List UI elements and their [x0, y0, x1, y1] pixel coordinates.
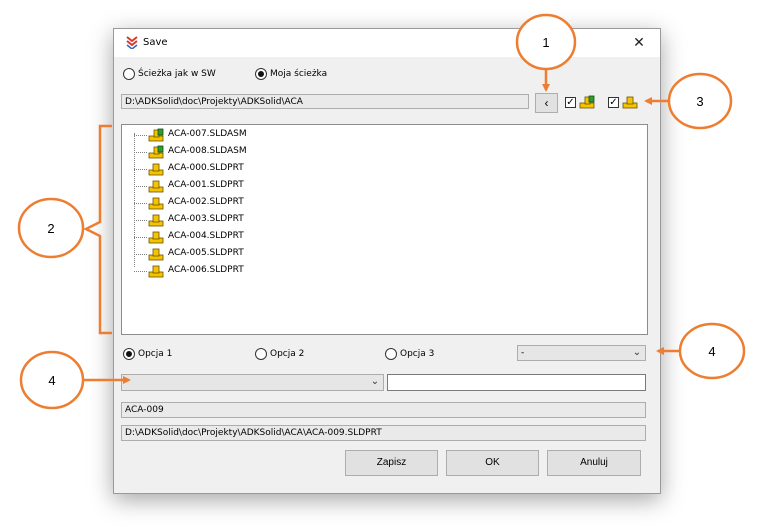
svg-text:3: 3: [696, 94, 703, 109]
tree-item[interactable]: ACA-005.SLDPRT: [134, 246, 334, 262]
chevron-down-icon: ⌄: [632, 347, 642, 358]
assembly-icon: [148, 145, 164, 159]
radio-circle-selected: [123, 348, 135, 360]
tree-connector: [134, 186, 147, 187]
tree-item[interactable]: ACA-008.SLDASM: [134, 144, 334, 160]
tree-connector: [134, 220, 147, 221]
part-filter-checkbox[interactable]: ✓: [608, 97, 619, 108]
close-button[interactable]: ✕: [628, 32, 650, 54]
tree-item[interactable]: ACA-003.SLDPRT: [134, 212, 334, 228]
tree-connector: [134, 135, 147, 136]
radio-opcja-3[interactable]: Opcja 3: [385, 347, 434, 361]
tree-item[interactable]: ACA-006.SLDPRT: [134, 263, 334, 279]
tree-connector: [134, 169, 147, 170]
tree-item[interactable]: ACA-000.SLDPRT: [134, 161, 334, 177]
save-button[interactable]: Zapisz: [345, 450, 438, 476]
radio-label: Ścieżka jak w SW: [138, 69, 216, 79]
radio-label: Opcja 3: [400, 349, 435, 359]
name-combo[interactable]: ⌄: [121, 374, 384, 391]
tree-connector: [134, 203, 147, 204]
file-name-field: ACA-009: [121, 402, 646, 418]
tree-connector: [134, 152, 147, 153]
app-logo-icon: [126, 36, 138, 49]
part-icon: [148, 214, 164, 227]
tree-item-label: ACA-005.SLDPRT: [168, 248, 244, 258]
radio-my-path[interactable]: Moja ścieżka: [255, 67, 327, 81]
tree-item-label: ACA-000.SLDPRT: [168, 163, 244, 173]
radio-circle-selected: [255, 68, 267, 80]
callout-2: 2: [17, 124, 112, 335]
tree-item-label: ACA-008.SLDASM: [168, 146, 247, 156]
save-dialog: Save ✕ Ścieżka jak w SW Moja ścieżka D:\…: [113, 28, 661, 494]
radio-circle: [255, 348, 267, 360]
tree-item-label: ACA-003.SLDPRT: [168, 214, 244, 224]
part-icon: [148, 197, 164, 210]
assembly-filter-checkbox[interactable]: ✓: [565, 97, 576, 108]
radio-label: Moja ścieżka: [270, 69, 328, 79]
tree-item[interactable]: ACA-002.SLDPRT: [134, 195, 334, 211]
folder-path-field[interactable]: D:\ADKSolid\doc\Projekty\ADKSolid\ACA: [121, 94, 529, 109]
close-icon: ✕: [633, 35, 645, 51]
ok-button[interactable]: OK: [446, 450, 539, 476]
tree-item-label: ACA-004.SLDPRT: [168, 231, 244, 241]
radio-opcja-2[interactable]: Opcja 2: [255, 347, 304, 361]
part-icon: [148, 180, 164, 193]
part-icon: [622, 96, 638, 109]
callout-4-right: 4: [656, 322, 746, 380]
option-dropdown-value: -: [521, 348, 525, 358]
file-tree[interactable]: ACA-007.SLDASM ACA-008.SLDASM ACA-000.SLDP…: [121, 124, 648, 335]
tree-item[interactable]: ACA-001.SLDPRT: [134, 178, 334, 194]
option-dropdown[interactable]: - ⌄: [517, 345, 646, 361]
part-icon: [148, 248, 164, 261]
assembly-icon: [148, 128, 164, 142]
radio-circle: [123, 68, 135, 80]
chevron-left-icon: ‹: [544, 96, 549, 110]
radio-path-as-sw[interactable]: Ścieżka jak w SW: [123, 67, 216, 81]
part-icon: [148, 163, 164, 176]
svg-text:2: 2: [47, 221, 54, 236]
tree-item-label: ACA-002.SLDPRT: [168, 197, 244, 207]
tree-item[interactable]: ACA-004.SLDPRT: [134, 229, 334, 245]
tree-connector: [134, 254, 147, 255]
radio-circle: [385, 348, 397, 360]
part-icon: [148, 231, 164, 244]
title-bar: Save ✕: [114, 29, 660, 57]
parent-folder-button[interactable]: ‹: [535, 93, 558, 113]
window-title: Save: [143, 37, 168, 48]
name-text-input[interactable]: [387, 374, 646, 391]
radio-label: Opcja 2: [270, 349, 305, 359]
tree-item[interactable]: ACA-007.SLDASM: [134, 127, 334, 143]
tree-item-label: ACA-007.SLDASM: [168, 129, 247, 139]
cancel-button[interactable]: Anuluj: [547, 450, 641, 476]
tree-connector: [134, 237, 147, 238]
svg-text:4: 4: [48, 373, 55, 388]
radio-opcja-1[interactable]: Opcja 1: [123, 347, 172, 361]
tree-item-label: ACA-006.SLDPRT: [168, 265, 244, 275]
tree-connector: [134, 271, 147, 272]
chevron-down-icon: ⌄: [370, 376, 380, 387]
radio-label: Opcja 1: [138, 349, 173, 359]
part-icon: [148, 265, 164, 278]
svg-text:4: 4: [708, 344, 715, 359]
assembly-icon: [579, 95, 595, 109]
tree-item-label: ACA-001.SLDPRT: [168, 180, 244, 190]
full-path-field: D:\ADKSolid\doc\Projekty\ADKSolid\ACA\AC…: [121, 425, 646, 441]
